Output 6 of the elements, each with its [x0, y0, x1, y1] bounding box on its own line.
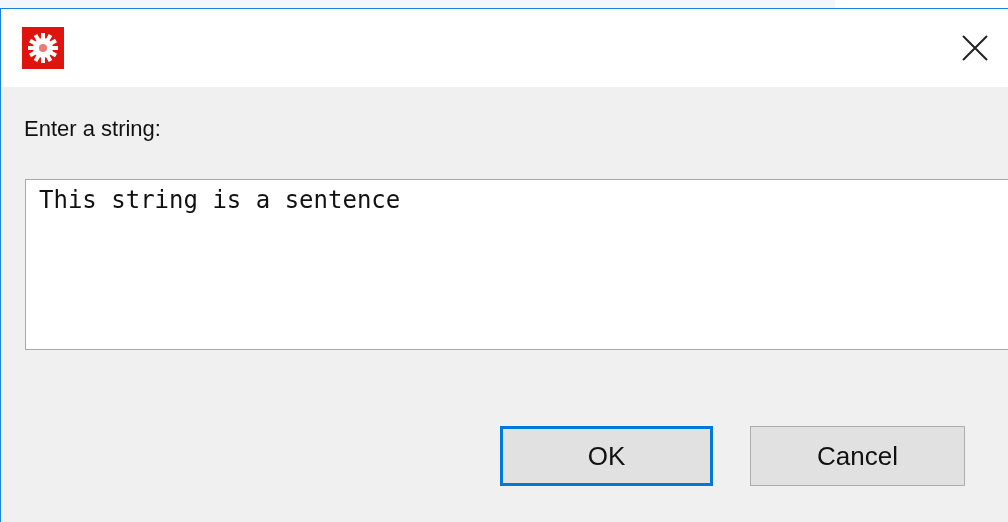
text-input-area[interactable]: This string is a sentence — [25, 179, 1008, 350]
gear-icon — [22, 27, 64, 69]
dialog-button[interactable]: OK — [500, 426, 713, 486]
dialog-button[interactable]: Cancel — [750, 426, 965, 486]
prompt-label: Enter a string: — [24, 115, 162, 143]
close-icon — [962, 35, 988, 61]
